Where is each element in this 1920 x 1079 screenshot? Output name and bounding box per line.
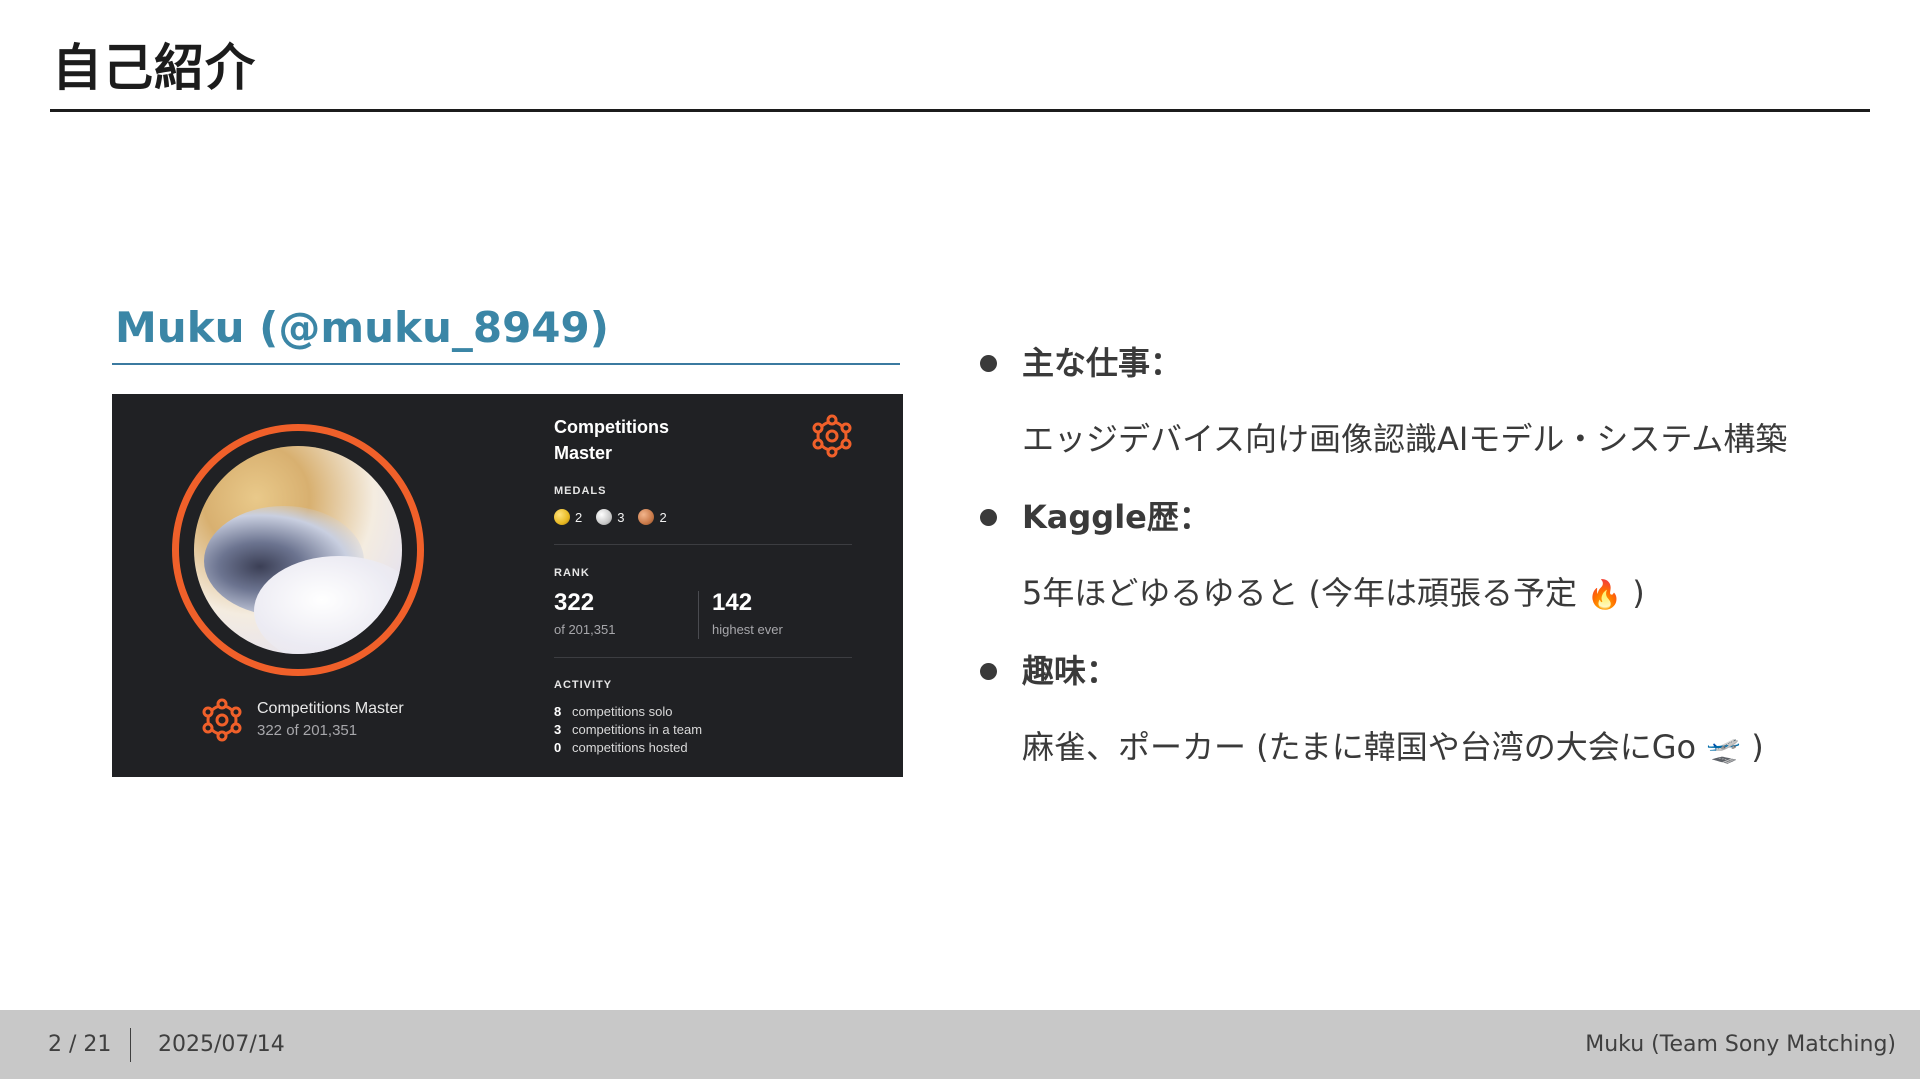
airplane-departure-icon: 🛫 (1706, 732, 1742, 765)
gold-medal-icon (554, 509, 570, 525)
activity-label-text: competitions solo (572, 704, 673, 719)
bullet-head-text: 趣味： (1022, 652, 1119, 690)
activity-list: 8 competitions solo 3 competitions in a … (554, 703, 702, 757)
highest-rank-label: highest ever (712, 622, 783, 637)
activity-row: 3 competitions in a team (554, 721, 702, 739)
tier-rank-sub: 322 of 201,351 (257, 722, 358, 739)
bullet-list: 主な仕事： エッジデバイス向け画像認識AIモデル・システム構築 Kaggle歴：… (980, 338, 1880, 800)
activity-count: 3 (554, 722, 562, 737)
competitions-master-gear-icon (812, 414, 852, 458)
bullet-body-text: 麻雀、ポーカー (たまに韓国や台湾の大会にGo (1022, 728, 1697, 766)
medal-gold: 2 (554, 509, 582, 525)
bullet-kaggle: Kaggle歴： 5年ほどゆるゆると (今年は頑張る予定 🔥 ) (980, 492, 1880, 620)
tier-label: Competitions Master (257, 700, 404, 717)
fire-icon: 🔥 (1587, 578, 1623, 611)
bullet-work: 主な仕事： エッジデバイス向け画像認識AIモデル・システム構築 (980, 338, 1880, 466)
rank-value: 322 (554, 589, 595, 616)
footer-date: 2025/07/14 (158, 1032, 285, 1057)
bronze-medal-count: 2 (659, 509, 667, 525)
divider-medals (554, 544, 852, 545)
activity-label: ACTIVITY (554, 679, 613, 691)
competitions-gear-icon (202, 698, 242, 742)
bullet-body-close: ) (1632, 574, 1645, 612)
silver-medal-count: 3 (617, 509, 625, 525)
bullet-head: Kaggle歴： (980, 492, 1880, 542)
bronze-medal-icon (638, 509, 655, 525)
rank-of: of 201,351 (554, 622, 616, 637)
bullet-body-close: ) (1751, 728, 1764, 766)
activity-label-text: competitions hosted (572, 740, 688, 755)
medal-bronze: 2 (638, 509, 667, 525)
bullet-dot (980, 509, 997, 526)
bullet-dot (980, 663, 997, 680)
activity-row: 0 competitions hosted (554, 739, 702, 757)
activity-row: 8 competitions solo (554, 703, 702, 721)
bullet-head: 趣味： (980, 646, 1880, 696)
silver-medal-icon (596, 509, 613, 525)
footer-author: Muku (Team Sony Matching) (1585, 1032, 1896, 1057)
bullet-dot (980, 355, 997, 372)
divider-rank (554, 657, 852, 658)
title-rule (50, 109, 1870, 112)
medals-label: MEDALS (554, 485, 607, 497)
page-number: 2 / 21 (48, 1032, 112, 1057)
slide-title: 自己紹介 (52, 39, 256, 97)
medal-silver: 3 (596, 509, 624, 525)
highest-rank-value: 142 (712, 589, 753, 616)
activity-label-text: competitions in a team (572, 722, 703, 737)
footer-separator (130, 1028, 131, 1062)
gold-medal-count: 2 (575, 509, 583, 525)
slide-footer: 2 / 21 2025/07/14 Muku (Team Sony Matchi… (0, 1010, 1920, 1079)
medals-row: 2 3 2 (554, 509, 667, 525)
bullet-head-text: 主な仕事： (1022, 344, 1183, 382)
bullet-head: 主な仕事： (980, 338, 1880, 388)
profile-name: Muku (@muku_8949) (115, 303, 609, 352)
bullet-head-text: Kaggle歴： (1022, 498, 1211, 536)
bullet-body: 麻雀、ポーカー (たまに韓国や台湾の大会にGo 🛫 ) (980, 720, 1880, 774)
bullet-body: エッジデバイス向け画像認識AIモデル・システム構築 (1022, 420, 1788, 458)
activity-count: 0 (554, 740, 562, 755)
name-rule (112, 363, 900, 365)
avatar (194, 446, 402, 654)
competitions-title: Competitions Master (554, 417, 669, 463)
bullet-hobby: 趣味： 麻雀、ポーカー (たまに韓国や台湾の大会にGo 🛫 ) (980, 646, 1880, 774)
activity-count: 8 (554, 704, 562, 719)
kaggle-profile-card: Competitions Master 322 of 201,351 Compe… (112, 394, 903, 777)
rank-label: RANK (554, 567, 590, 579)
bullet-body: 5年ほどゆるゆると (今年は頑張る予定 🔥 ) (980, 566, 1880, 620)
bullet-body-text: 5年ほどゆるゆると (今年は頑張る予定 (1022, 574, 1578, 612)
rank-separator (698, 591, 699, 639)
